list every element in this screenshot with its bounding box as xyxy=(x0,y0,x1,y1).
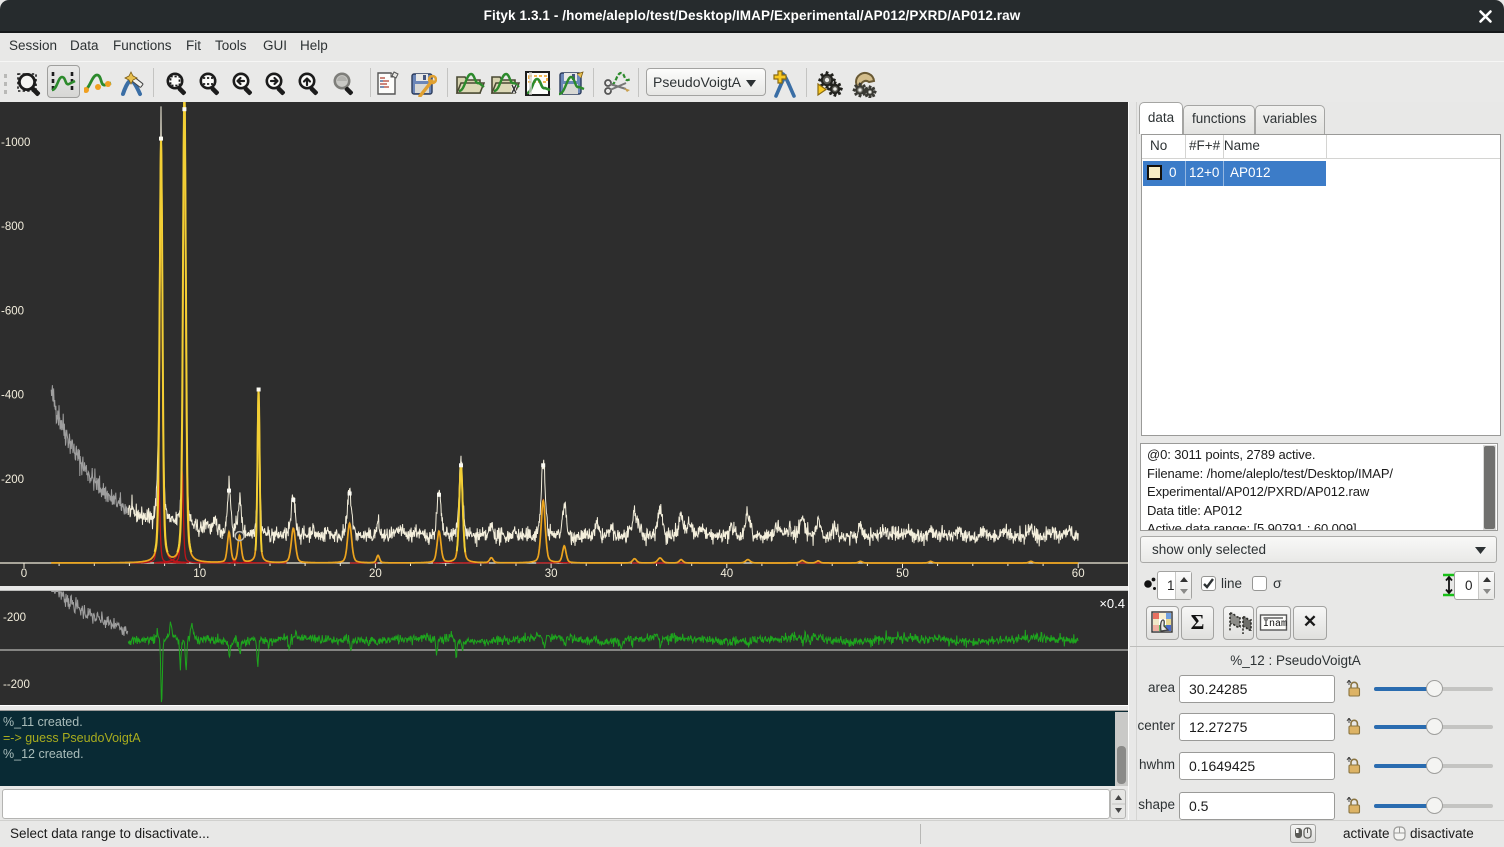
svg-text:×0.4: ×0.4 xyxy=(1099,596,1125,611)
svg-text:30: 30 xyxy=(545,568,558,580)
svg-text:-600: -600 xyxy=(1,305,24,317)
svg-text:20: 20 xyxy=(369,568,382,580)
svg-text:-200: -200 xyxy=(1,474,24,486)
svg-text:-800: -800 xyxy=(1,221,24,233)
svg-text:-200: -200 xyxy=(3,612,26,624)
svg-text:40: 40 xyxy=(720,568,733,580)
svg-text:10: 10 xyxy=(193,568,206,580)
svg-text:50: 50 xyxy=(896,568,909,580)
svg-text:--200: --200 xyxy=(3,679,30,691)
svg-text:-1000: -1000 xyxy=(1,137,30,149)
svg-text:0: 0 xyxy=(21,568,27,580)
svg-text:Inam: Inam xyxy=(1263,619,1287,630)
svg-text:60: 60 xyxy=(1072,568,1085,580)
svg-text:-400: -400 xyxy=(1,390,24,402)
